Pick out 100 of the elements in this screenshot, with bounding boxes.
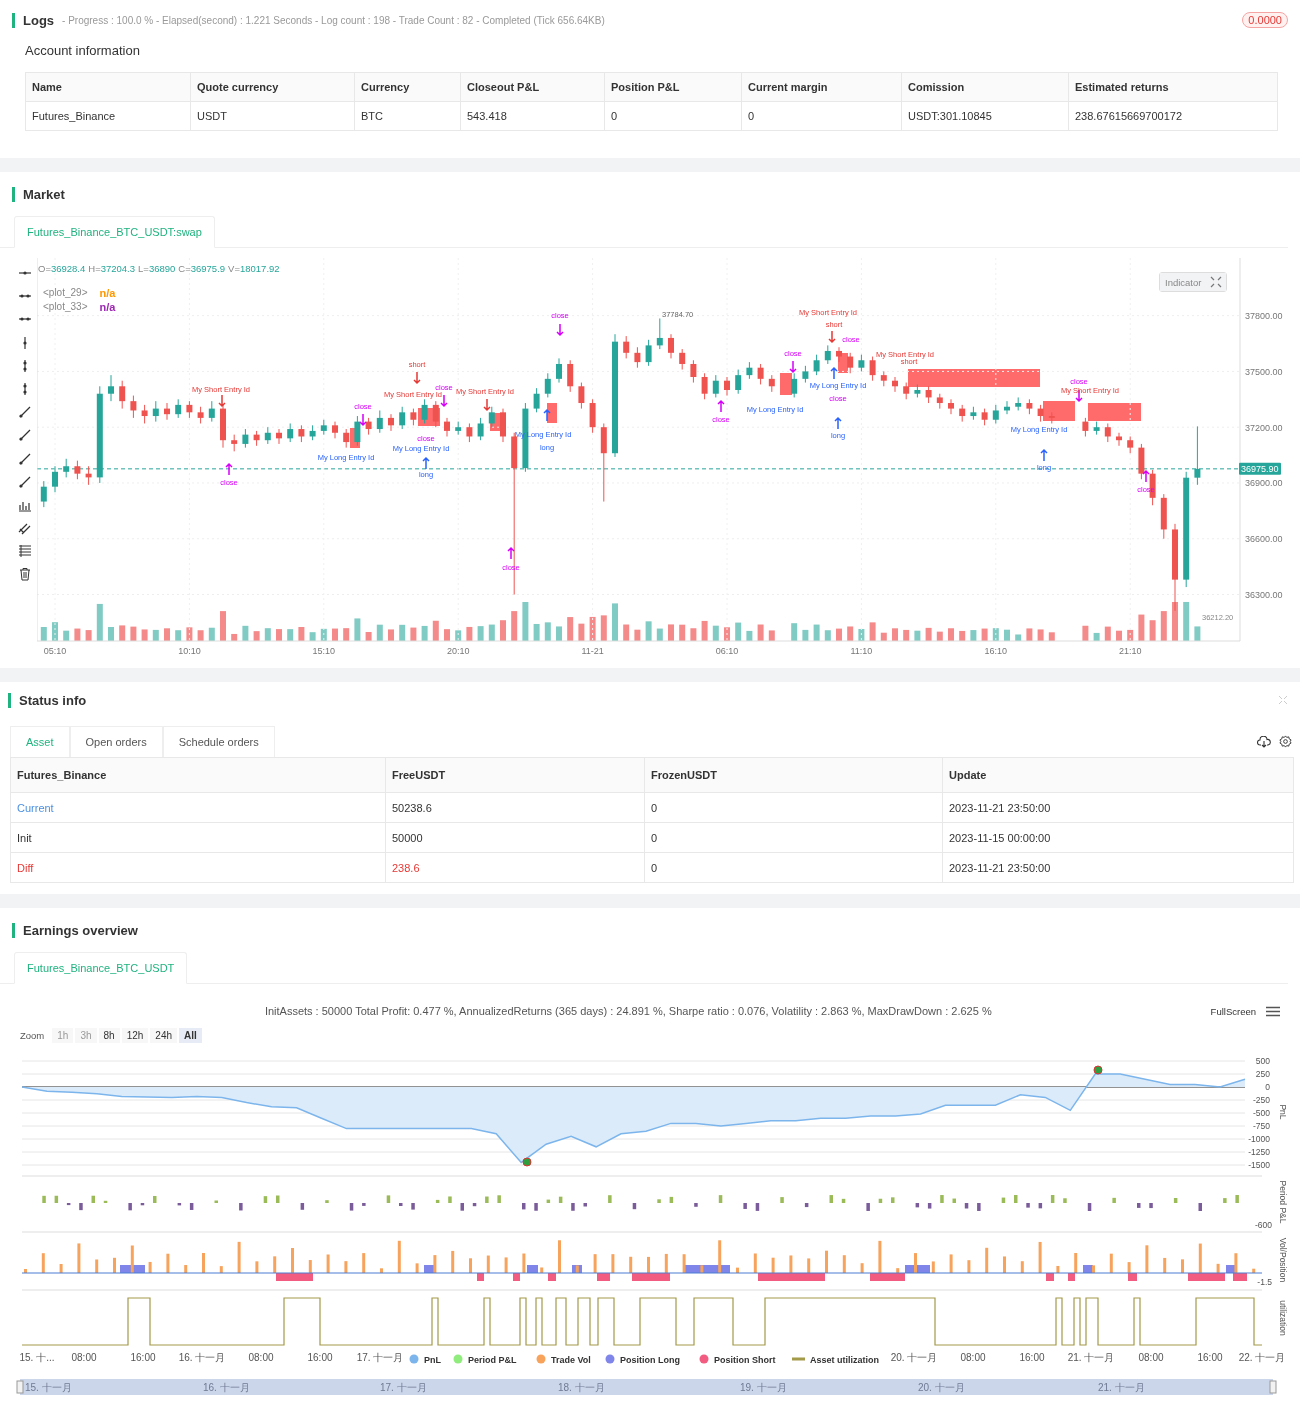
y-tick: -1250 — [1248, 1147, 1270, 1157]
progress-summary: - Progress : 100.0 % - Elapsed(second) : 1.221 Seconds - Log count : 198 - Trade Count : 82 - Completed (Tick 656.64KB) — [62, 14, 606, 26]
y-tick: -750 — [1253, 1121, 1270, 1131]
candlestick — [1116, 432, 1122, 447]
position-zone — [547, 403, 557, 423]
zoom-button[interactable]: 24h — [150, 1027, 178, 1043]
candlestick — [488, 406, 495, 428]
zoom-button[interactable]: 8h — [98, 1027, 120, 1043]
x-tick: 08:00 — [71, 1352, 97, 1363]
candlestick — [130, 395, 137, 419]
candlestick — [735, 369, 742, 395]
table-cell: 543.418 — [460, 102, 604, 130]
x-tick: 16:00 — [130, 1352, 156, 1363]
legend-item[interactable]: PnL — [409, 1354, 441, 1365]
status-tab[interactable]: Schedule orders — [162, 726, 275, 757]
y-tick: 500 — [1255, 1056, 1270, 1066]
table-cell: 0 — [604, 102, 741, 130]
time-tick: 15:10 — [312, 646, 336, 656]
candlestick — [141, 404, 148, 424]
parallel-lines-icon[interactable] — [17, 521, 32, 536]
section-title: Earnings overview — [23, 922, 138, 938]
diagonal-line-icon[interactable] — [17, 474, 32, 489]
ohlc-value: C=36975.9 — [178, 263, 226, 274]
up-arrow-icon — [507, 546, 515, 560]
fullscreen-button[interactable]: FullScreen — [1204, 1004, 1262, 1018]
diagonal-line-icon[interactable] — [17, 451, 32, 466]
candlestick — [343, 428, 350, 449]
candlestick — [791, 372, 798, 398]
x-tick: 08:00 — [960, 1352, 986, 1363]
column-header: Update — [942, 758, 1293, 792]
balance-badge: 0.0000 — [1242, 12, 1288, 28]
price-tick: 36900.00 — [1245, 478, 1283, 489]
ohlc-value: H=37204.3 — [88, 263, 136, 274]
column-header: Name — [31, 80, 63, 95]
menu-icon[interactable] — [1266, 1005, 1280, 1017]
down-arrow-icon — [413, 371, 421, 385]
panel-label: utilization — [1278, 1300, 1288, 1336]
candlestick — [399, 406, 406, 430]
legend-item[interactable]: Position Long — [605, 1354, 680, 1365]
zoom-button[interactable]: All — [179, 1027, 202, 1043]
candlestick — [690, 359, 697, 384]
candlestick — [40, 480, 47, 508]
y-tick: -600 — [1255, 1220, 1272, 1230]
legend-item[interactable]: Trade Vol — [536, 1354, 591, 1365]
table-cell: 2023-11-15 00:00:00 — [942, 823, 1293, 852]
time-tick: 21:10 — [1118, 646, 1142, 656]
candlestick — [276, 428, 282, 445]
trash-icon[interactable] — [17, 567, 32, 582]
candlestick — [444, 417, 450, 437]
price-tick: 36600.00 — [1245, 534, 1283, 545]
table-cell: 0 — [644, 793, 942, 822]
candlestick — [1104, 422, 1111, 443]
candlestick — [208, 400, 215, 423]
legend-item[interactable]: Asset utilization — [792, 1355, 879, 1365]
last-price-label: 36975.90 — [1239, 462, 1281, 475]
zoom-button[interactable]: 12h — [121, 1027, 149, 1043]
candlestick — [724, 376, 730, 397]
diagonal-line-icon[interactable] — [17, 405, 32, 420]
candlestick — [388, 413, 394, 432]
settings-icon[interactable] — [1279, 735, 1292, 748]
table-cell: 50238.6 — [385, 793, 644, 822]
navigator-handle[interactable] — [1269, 1380, 1277, 1394]
candlestick — [712, 374, 719, 398]
candlestick — [869, 356, 876, 382]
plot-value: n/a — [99, 287, 116, 299]
expand-icon[interactable] — [1206, 273, 1227, 291]
horizontal-lines-icon[interactable] — [17, 544, 32, 559]
x-tick: 16. 十一月 — [178, 1352, 226, 1363]
x-tick: 17. 十一月 — [356, 1352, 404, 1363]
y-tick: 250 — [1255, 1069, 1270, 1079]
column-header: FrozenUSDT — [644, 758, 942, 792]
table-cell-text: Current — [16, 800, 55, 816]
candlestick — [701, 372, 708, 400]
plot-value: n/a — [99, 301, 116, 313]
y-tick: -250 — [1253, 1095, 1270, 1105]
status-tab[interactable]: Open orders — [69, 726, 163, 757]
candlestick — [52, 465, 58, 493]
navigator-handle[interactable] — [16, 1380, 24, 1394]
candlestick — [287, 422, 294, 443]
time-tick: 16:10 — [984, 646, 1008, 656]
up-arrow-icon — [830, 366, 838, 380]
time-tick: 05:10 — [43, 646, 67, 656]
ohlc-value: L=36890 — [138, 263, 176, 274]
diagonal-line-icon[interactable] — [17, 428, 32, 443]
legend-item[interactable]: Position Short — [699, 1354, 776, 1365]
up-arrow-icon — [422, 456, 430, 470]
column-header: Closeout P&L — [460, 73, 604, 101]
column-header: FreeUSDT — [385, 758, 644, 792]
down-arrow-icon — [218, 394, 226, 408]
x-tick: 16:00 — [307, 1352, 333, 1363]
legend-item[interactable]: Period P&L — [453, 1354, 517, 1365]
candlestick — [332, 421, 338, 439]
time-tick: 11:10 — [850, 646, 873, 656]
price-tick: 37800.00 — [1245, 311, 1283, 322]
time-tick: 11-21 — [581, 646, 604, 656]
cloud-download-icon[interactable] — [1257, 735, 1271, 748]
time-tick: 06:10 — [715, 646, 739, 656]
ohlc-value: V=18017.92 — [228, 263, 280, 274]
column-header: Comission — [901, 73, 1068, 101]
candlestick — [656, 317, 663, 350]
